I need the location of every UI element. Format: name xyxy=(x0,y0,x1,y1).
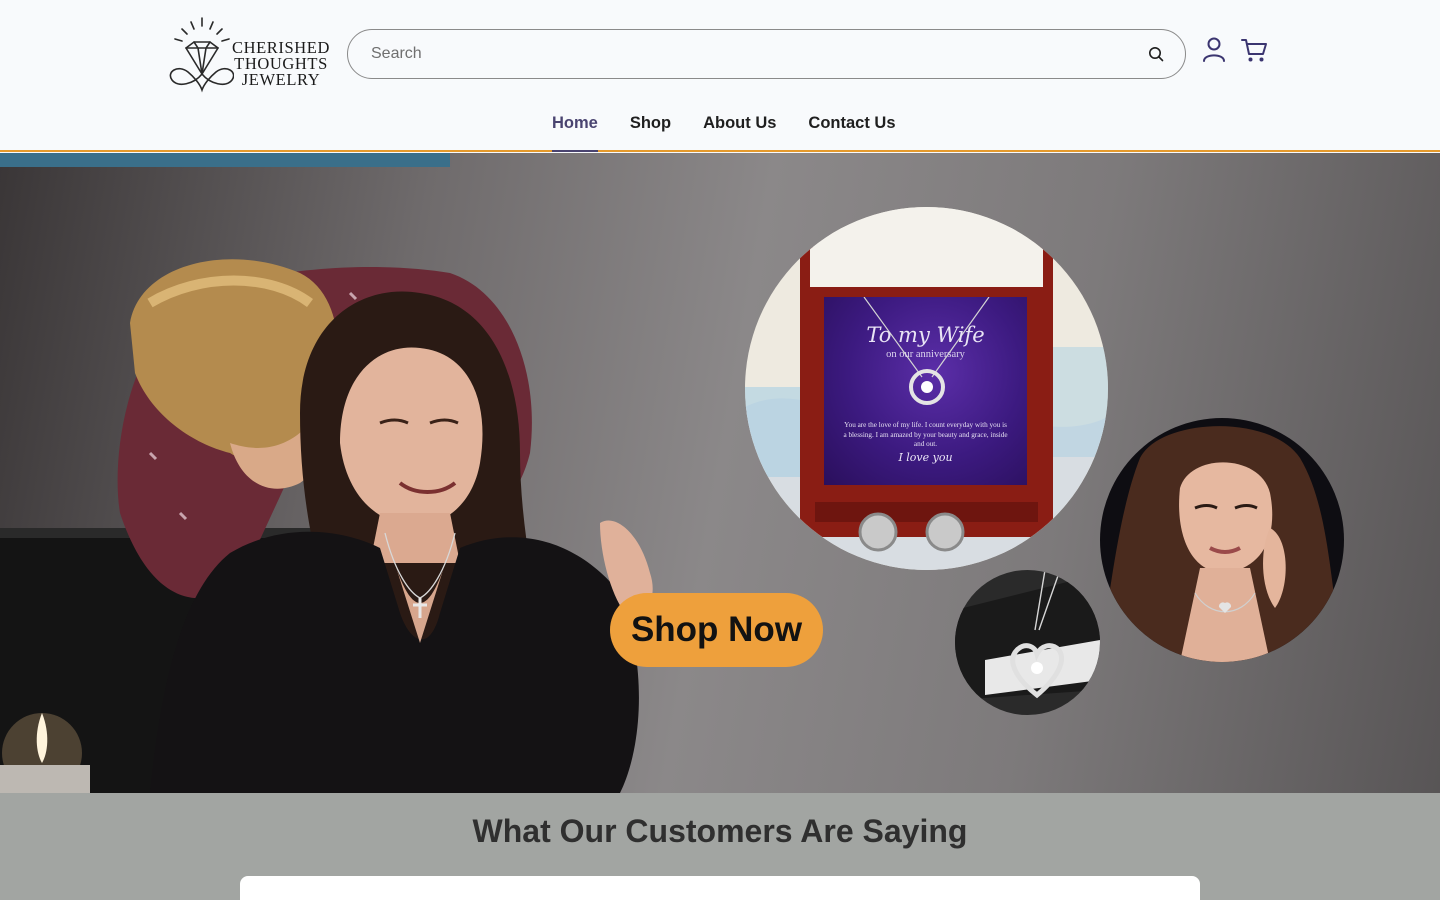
diamond-logo-icon xyxy=(169,17,235,93)
cart-button[interactable] xyxy=(1240,36,1268,64)
model-wearing-necklace-image[interactable] xyxy=(1100,418,1344,662)
testimonials-heading: What Our Customers Are Saying xyxy=(472,813,968,849)
shop-now-button[interactable]: Shop Now xyxy=(610,593,823,667)
nav-item-shop[interactable]: Shop xyxy=(630,106,671,152)
card-title: To my Wife xyxy=(866,323,985,347)
card-signoff: I love you xyxy=(898,451,953,464)
necklace-gift-box-image[interactable]: To my Wife on our anniversary You are th… xyxy=(745,207,1108,570)
testimonial-card xyxy=(240,876,1200,900)
main-navigation: Home Shop About Us Contact Us xyxy=(552,106,896,152)
nav-item-contact-us[interactable]: Contact Us xyxy=(808,106,895,152)
nav-item-home[interactable]: Home xyxy=(552,106,598,152)
heart-necklace-image[interactable] xyxy=(955,570,1100,715)
cart-icon xyxy=(1241,39,1267,62)
hero-banner: To my Wife on our anniversary You are th… xyxy=(0,153,1440,793)
account-button[interactable] xyxy=(1201,36,1227,64)
search-icon xyxy=(1149,47,1164,62)
gift-card: To my Wife on our anniversary You are th… xyxy=(824,297,1027,485)
brand-name: CHERISHED THOUGHTS JEWELRY xyxy=(232,38,330,89)
search-bar xyxy=(347,29,1186,79)
brand-logo[interactable]: CHERISHED THOUGHTS JEWELRY xyxy=(164,16,334,94)
site-header: CHERISHED THOUGHTS JEWELRY Home Shop Abo… xyxy=(0,0,1440,152)
card-message: You are the love of my life. I count eve… xyxy=(843,421,1008,448)
search-input[interactable] xyxy=(371,30,1111,78)
card-subtitle: on our anniversary xyxy=(886,349,965,360)
search-button[interactable] xyxy=(1145,43,1167,65)
user-icon xyxy=(1203,37,1225,62)
nav-item-about-us[interactable]: About Us xyxy=(703,106,776,152)
testimonials-section: What Our Customers Are Saying xyxy=(0,793,1440,900)
